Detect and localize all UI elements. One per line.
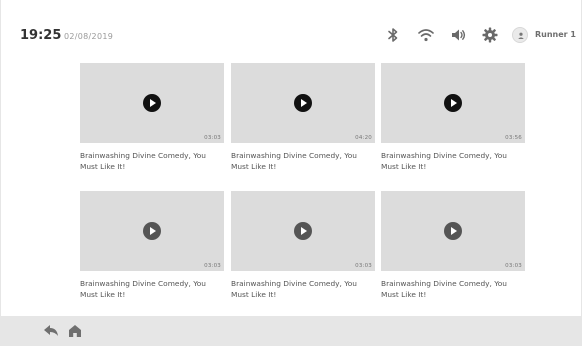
video-duration: 04:20 [355,135,372,141]
video-card[interactable]: 03:03 Brainwashing Divine Comedy, You Mu… [231,191,375,300]
video-title[interactable]: Brainwashing Divine Comedy, You Must Lik… [231,150,377,172]
play-icon[interactable] [294,94,312,112]
screen-frame: 19:25 02/08/2019 Runner 1 03:03 Brainwas… [0,0,582,346]
video-card[interactable]: 03:03 Brainwashing Divine Comedy, You Mu… [381,191,525,300]
video-card[interactable]: 03:03 Brainwashing Divine Comedy, You Mu… [80,191,224,300]
video-title[interactable]: Brainwashing Divine Comedy, You Must Lik… [80,278,226,300]
status-bar: 19:25 02/08/2019 Runner 1 [1,0,582,60]
play-icon[interactable] [143,94,161,112]
video-title[interactable]: Brainwashing Divine Comedy, You Must Lik… [381,150,527,172]
play-icon[interactable] [143,222,161,240]
video-card[interactable]: 04:20 Brainwashing Divine Comedy, You Mu… [231,63,375,172]
play-icon[interactable] [444,222,462,240]
video-title[interactable]: Brainwashing Divine Comedy, You Must Lik… [381,278,527,300]
video-title[interactable]: Brainwashing Divine Comedy, You Must Lik… [231,278,377,300]
video-thumbnail[interactable]: 03:03 [231,191,375,271]
video-thumbnail[interactable]: 03:03 [381,191,525,271]
bluetooth-icon[interactable] [384,26,402,44]
video-duration: 03:03 [505,263,522,269]
bottom-nav-bar [1,316,582,346]
video-thumbnail[interactable]: 03:03 [80,63,224,143]
volume-icon[interactable] [449,26,467,44]
back-icon[interactable] [43,324,59,338]
video-card[interactable]: 03:56 Brainwashing Divine Comedy, You Mu… [381,63,525,172]
play-icon[interactable] [444,94,462,112]
clock-date: 02/08/2019 [64,32,114,41]
video-duration: 03:03 [204,263,221,269]
video-duration: 03:56 [505,135,522,141]
video-title[interactable]: Brainwashing Divine Comedy, You Must Lik… [80,150,226,172]
video-duration: 03:03 [355,263,372,269]
video-thumbnail[interactable]: 04:20 [231,63,375,143]
clock-time: 19:25 [20,28,62,43]
play-icon[interactable] [294,222,312,240]
home-icon[interactable] [67,324,83,338]
username[interactable]: Runner 1 [535,30,576,39]
video-duration: 03:03 [204,135,221,141]
wifi-icon[interactable] [417,26,435,44]
video-card[interactable]: 03:03 Brainwashing Divine Comedy, You Mu… [80,63,224,172]
settings-icon[interactable] [481,26,499,44]
video-thumbnail[interactable]: 03:56 [381,63,525,143]
user-avatar-icon[interactable] [512,27,528,43]
video-thumbnail[interactable]: 03:03 [80,191,224,271]
